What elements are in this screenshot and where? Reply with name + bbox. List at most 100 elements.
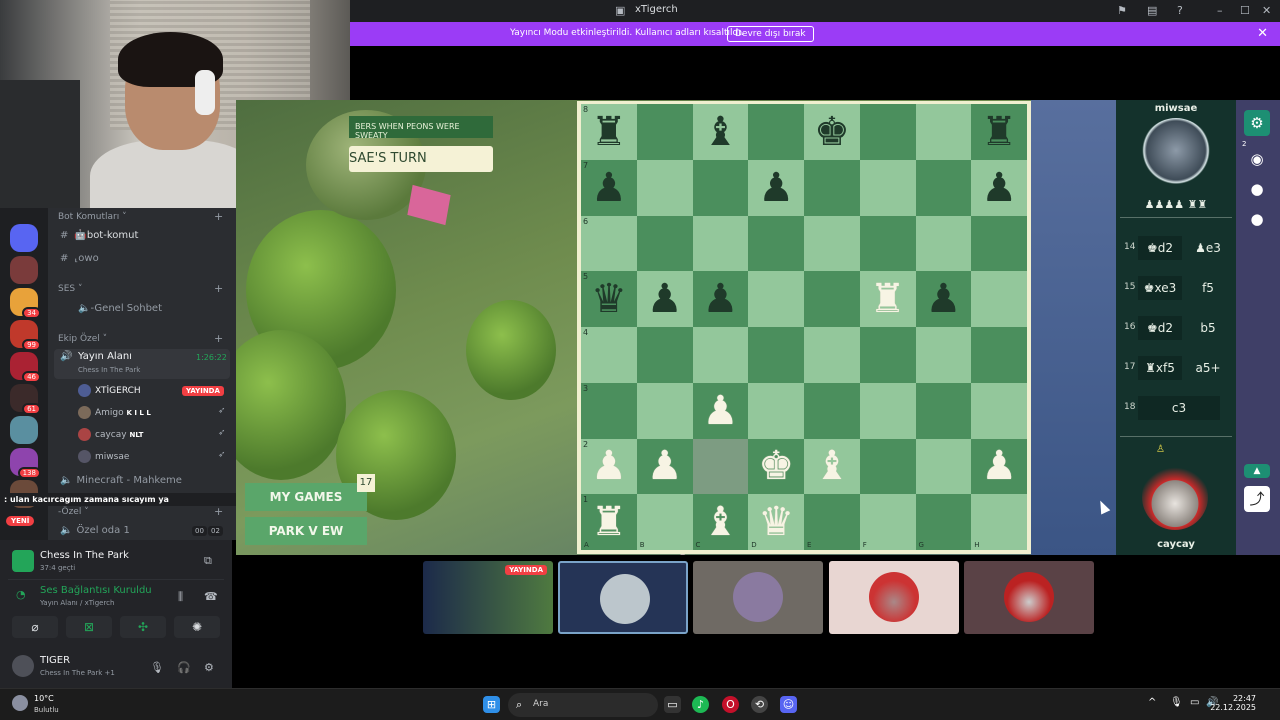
screen-share-button[interactable]: ⊠ (66, 616, 112, 638)
board-square[interactable] (636, 159, 693, 216)
board-square[interactable] (971, 327, 1027, 383)
board-square[interactable] (859, 215, 916, 272)
participant-tile[interactable] (829, 561, 959, 634)
server-icon[interactable] (10, 256, 38, 284)
add-channel-icon[interactable]: + (214, 282, 223, 295)
black-piece[interactable]: ♟ (591, 168, 627, 208)
board-square[interactable]: D ♛ (748, 494, 804, 550)
channel-owo[interactable]: # ⸤owo (60, 253, 99, 264)
board-square[interactable]: E (804, 494, 860, 550)
board-square[interactable] (915, 438, 972, 495)
app-icon[interactable]: ⟲ (751, 696, 768, 713)
board-square[interactable]: ♟ (971, 438, 1027, 495)
board-square[interactable] (859, 382, 916, 439)
settings-icon[interactable]: ⚙ (204, 661, 214, 674)
maximize-icon[interactable]: ☐ (1240, 4, 1250, 17)
my-games-button[interactable]: MY GAMES (245, 483, 367, 511)
spotify-icon[interactable]: ♪ (692, 696, 709, 713)
soundboard-button[interactable]: ✺ (174, 616, 220, 638)
white-piece[interactable]: ♝ (702, 502, 738, 542)
board-square[interactable] (859, 327, 916, 383)
weather-temp[interactable]: 10°C (34, 694, 54, 703)
server-icon[interactable]: 34 (10, 288, 41, 319)
category-bot-commands[interactable]: Bot Komutları ˅ (58, 212, 127, 222)
inbox-icon[interactable]: ▤ (1147, 4, 1157, 17)
viewer-avatar-icon[interactable]: ● (1244, 176, 1270, 202)
white-piece[interactable]: ♝ (814, 446, 850, 486)
board-square[interactable] (804, 327, 860, 383)
taskbar-clock[interactable]: 22:47 22.12.2025 (1210, 694, 1256, 712)
white-piece[interactable]: ♟ (702, 391, 738, 431)
board-square[interactable] (692, 327, 749, 383)
flag-icon[interactable]: ⚑ (1117, 4, 1127, 17)
board-square[interactable] (692, 438, 749, 495)
board-square[interactable]: 1 A ♜ (581, 494, 637, 550)
move-row[interactable]: 18 c3 (1116, 394, 1236, 422)
board-square[interactable]: 6 (581, 215, 637, 272)
voice-channel-yayin-alani[interactable]: 🔊 Yayın Alanı Chess In The Park 1:26:22 (54, 349, 230, 379)
white-move[interactable]: ♚d2 (1138, 236, 1182, 260)
channel-bot-komut[interactable]: # 🤖bot-komut (60, 230, 138, 241)
banner-close-icon[interactable]: ✕ (1257, 26, 1268, 41)
park-view-button[interactable]: PARK V EW (245, 517, 367, 545)
board-square[interactable] (692, 215, 749, 272)
board-square[interactable]: 5 ♛ (581, 271, 637, 327)
board-square[interactable] (748, 327, 804, 383)
board-square[interactable]: 2 ♟ (581, 438, 637, 495)
server-icon[interactable] (10, 224, 38, 252)
white-piece[interactable]: ♛ (758, 502, 794, 542)
board-square[interactable] (915, 327, 972, 383)
board-square[interactable] (748, 104, 804, 160)
move-row[interactable]: 16 ♚d2 b5 (1116, 314, 1236, 342)
noise-suppression-icon[interactable]: ⫼ (178, 590, 183, 604)
move-row[interactable]: 15 ♚xe3 f5 (1116, 274, 1236, 302)
board-square[interactable] (692, 159, 749, 216)
windows-start-icon[interactable]: ⊞ (483, 696, 500, 713)
black-piece[interactable]: ♜ (981, 112, 1017, 152)
move-row[interactable]: 14 ♚d2 ♟e3 (1116, 234, 1236, 262)
opera-icon[interactable]: O (722, 696, 739, 713)
board-square[interactable] (804, 159, 860, 216)
board-square[interactable] (915, 159, 972, 216)
board-square[interactable]: 8 ♜ (581, 104, 637, 160)
category-ozel[interactable]: -Özel ˅ (58, 507, 89, 517)
server-icon[interactable]: 99 (10, 320, 41, 351)
microphone-icon[interactable]: 🎙 (150, 661, 164, 674)
white-piece[interactable]: ♟ (591, 446, 627, 486)
white-piece[interactable]: ♚ (758, 446, 794, 486)
activity-card[interactable]: Chess In The Park 37:4 geçti ⧉ (8, 544, 224, 580)
board-square[interactable] (915, 215, 972, 272)
board-square[interactable] (804, 215, 860, 272)
board-square[interactable]: 4 (581, 327, 637, 383)
board-square[interactable] (636, 104, 693, 160)
participant-tile[interactable] (964, 561, 1094, 634)
channel-minecraft[interactable]: 🔈 Minecraft - Mahkeme (60, 475, 182, 486)
channel-ozel-oda[interactable]: 🔈 Özel oda 1 (60, 525, 130, 536)
server-icon[interactable]: 46 (10, 352, 41, 383)
board-square[interactable]: ♝ (692, 104, 749, 160)
disconnect-icon[interactable]: ☎ (204, 590, 218, 603)
voice-member[interactable]: caycay NLT (78, 428, 143, 441)
black-move[interactable]: a5+ (1186, 356, 1230, 380)
board-square[interactable]: H (971, 494, 1027, 550)
white-move[interactable]: ♜xf5 (1138, 356, 1182, 380)
add-channel-icon[interactable]: + (214, 332, 223, 345)
board-square[interactable] (636, 215, 693, 272)
board-square[interactable] (971, 271, 1027, 327)
server-icon[interactable]: 138 (10, 448, 41, 479)
board-square[interactable]: C ♝ (692, 494, 749, 550)
task-view-icon[interactable]: ▭ (664, 696, 681, 713)
board-square[interactable]: 3 (581, 382, 637, 439)
share-icon[interactable]: ⤴ (1244, 486, 1270, 512)
black-piece[interactable]: ♟ (981, 168, 1017, 208)
black-piece[interactable]: ♟ (758, 168, 794, 208)
chess-board[interactable]: 8 ♜ ♝ ♚ ♜ 7 ♟ ♟ ♟ 6 5 ♛ ♟ ♟ ♜ ♟ 4 3 ♟ 2 ♟ ♟ ♚ ♝ ♟ 1 A ♜ B C ♝ D ♛ E F G H (581, 104, 1027, 550)
viewer-avatar-icon[interactable]: ● (1244, 206, 1270, 232)
server-icon[interactable]: 61 (10, 384, 41, 415)
settings-icon[interactable]: ⚙ (1244, 110, 1270, 136)
board-square[interactable]: ♟ (636, 438, 693, 495)
board-square[interactable]: B (636, 494, 693, 550)
help-icon[interactable]: ? (1177, 4, 1183, 17)
board-square[interactable]: ♟ (692, 382, 749, 439)
category-ses[interactable]: SES ˅ (58, 284, 82, 294)
